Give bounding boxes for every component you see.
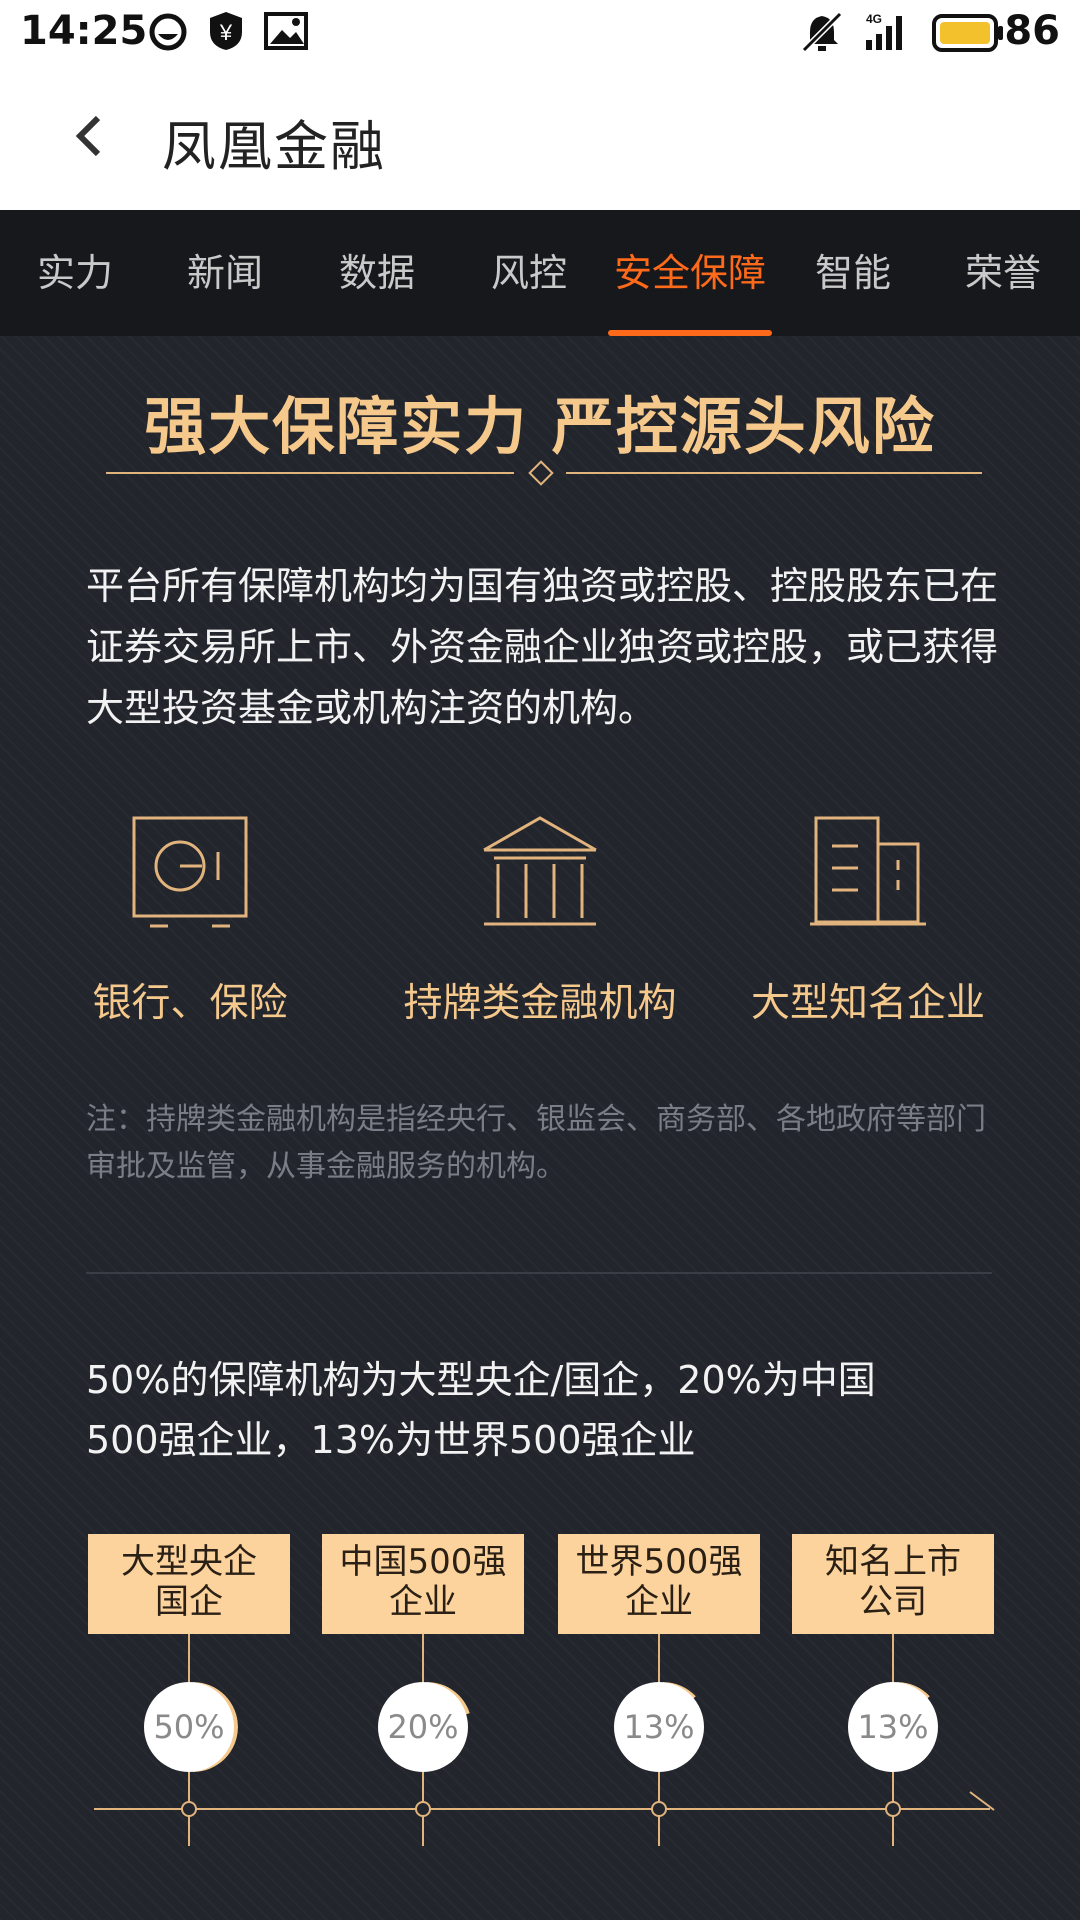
svg-text:4G: 4G — [866, 12, 882, 26]
feature-bank-insurance: 银行、保险 — [80, 814, 300, 1028]
section-separator — [86, 1272, 992, 1274]
percent-bubble: 20% — [378, 1682, 468, 1772]
svg-text:¥: ¥ — [219, 20, 233, 45]
stat-text: 50%的保障机构为大型央企/国企，20%为中国 500强企业，13%为世界500… — [86, 1350, 1016, 1470]
page-title: 凤凰金融 — [162, 115, 386, 178]
timeline-box-line: 公司 — [859, 1582, 927, 1622]
battery-percent: 86 — [1004, 8, 1060, 54]
ratio-timeline: 大型央企 国企 中国500强 企业 世界500强 企业 知名上市 公司 50% … — [0, 1534, 1080, 1854]
tab-data[interactable]: 数据 — [322, 210, 432, 336]
timeline-box-line: 企业 — [389, 1582, 457, 1622]
status-time: 14:25 — [20, 8, 148, 54]
section-headline: 强大保障实力 严控源头风险 — [144, 390, 936, 463]
status-bar: 14:25 ¥ 4G 86 — [0, 0, 1080, 66]
feature-licensed-institution: 持牌类金融机构 — [400, 814, 680, 1028]
signal-4g-icon: 4G — [866, 12, 902, 50]
tab-honor[interactable]: 荣誉 — [948, 210, 1058, 336]
headline-divider-right — [566, 472, 982, 474]
stat-line-2: 500强企业，13%为世界500强企业 — [86, 1418, 696, 1462]
tab-smart[interactable]: 智能 — [798, 210, 908, 336]
timeline-dot — [651, 1801, 667, 1817]
note-text: 注：持牌类金融机构是指经央行、银监会、商务部、各地政府等部门审批及监管，从事金融… — [86, 1102, 986, 1184]
percent-bubble: 13% — [848, 1682, 938, 1772]
timeline-box-line: 企业 — [625, 1582, 693, 1622]
battery-icon — [932, 14, 1003, 52]
timeline-box-listed-company: 知名上市 公司 — [792, 1534, 994, 1634]
timeline-box-line: 知名上市 — [825, 1542, 961, 1582]
timeline-dot — [181, 1801, 197, 1817]
tab-bar: 实力 新闻 数据 风控 安全保障 智能 荣誉 — [0, 210, 1080, 336]
office-building-icon — [810, 816, 926, 926]
app-bar: 凤凰金融 — [0, 66, 1080, 210]
timeline-box-china-500: 中国500强 企业 — [322, 1534, 524, 1634]
face-icon — [149, 13, 187, 51]
tab-security[interactable]: 安全保障 — [608, 210, 772, 336]
timeline-box-line: 国企 — [155, 1582, 223, 1622]
timeline-dot — [885, 1801, 901, 1817]
bell-off-icon — [801, 11, 843, 53]
safe-icon — [132, 816, 248, 928]
percent-bubble: 13% — [614, 1682, 704, 1772]
timeline-box-line: 中国500强 — [339, 1542, 507, 1582]
timeline-box-world-500: 世界500强 企业 — [558, 1534, 760, 1634]
feature-label: 银行、保险 — [92, 981, 288, 1026]
timeline-box-line: 世界500强 — [575, 1542, 743, 1582]
bank-building-icon — [483, 816, 597, 926]
tab-strength[interactable]: 实力 — [20, 210, 130, 336]
timeline-axis — [94, 1808, 990, 1810]
timeline-box-line: 大型央企 — [121, 1542, 257, 1582]
content-area: 强大保障实力 严控源头风险 平台所有保障机构均为国有独资或控股、控股股东已在证券… — [0, 336, 1080, 1920]
chevron-left-icon[interactable] — [60, 106, 120, 166]
stat-line-1: 50%的保障机构为大型央企/国企，20%为中国 — [86, 1358, 876, 1402]
feature-large-enterprise: 大型知名企业 — [748, 814, 988, 1028]
timeline-arrow-icon — [969, 1791, 995, 1811]
intro-paragraph: 平台所有保障机构均为国有独资或控股、控股股东已在证券交易所上市、外资金融企业独资… — [86, 564, 999, 730]
image-icon — [264, 12, 308, 50]
timeline-dot — [415, 1801, 431, 1817]
percent-bubble: 50% — [144, 1682, 234, 1772]
timeline-box-central-soe: 大型央企 国企 — [88, 1534, 290, 1634]
tab-news[interactable]: 新闻 — [170, 210, 280, 336]
tab-risk-control[interactable]: 风控 — [474, 210, 584, 336]
shield-yen-icon: ¥ — [210, 12, 242, 50]
feature-label: 持牌类金融机构 — [403, 981, 677, 1026]
headline-divider-left — [106, 472, 514, 474]
feature-label: 大型知名企业 — [750, 981, 985, 1026]
